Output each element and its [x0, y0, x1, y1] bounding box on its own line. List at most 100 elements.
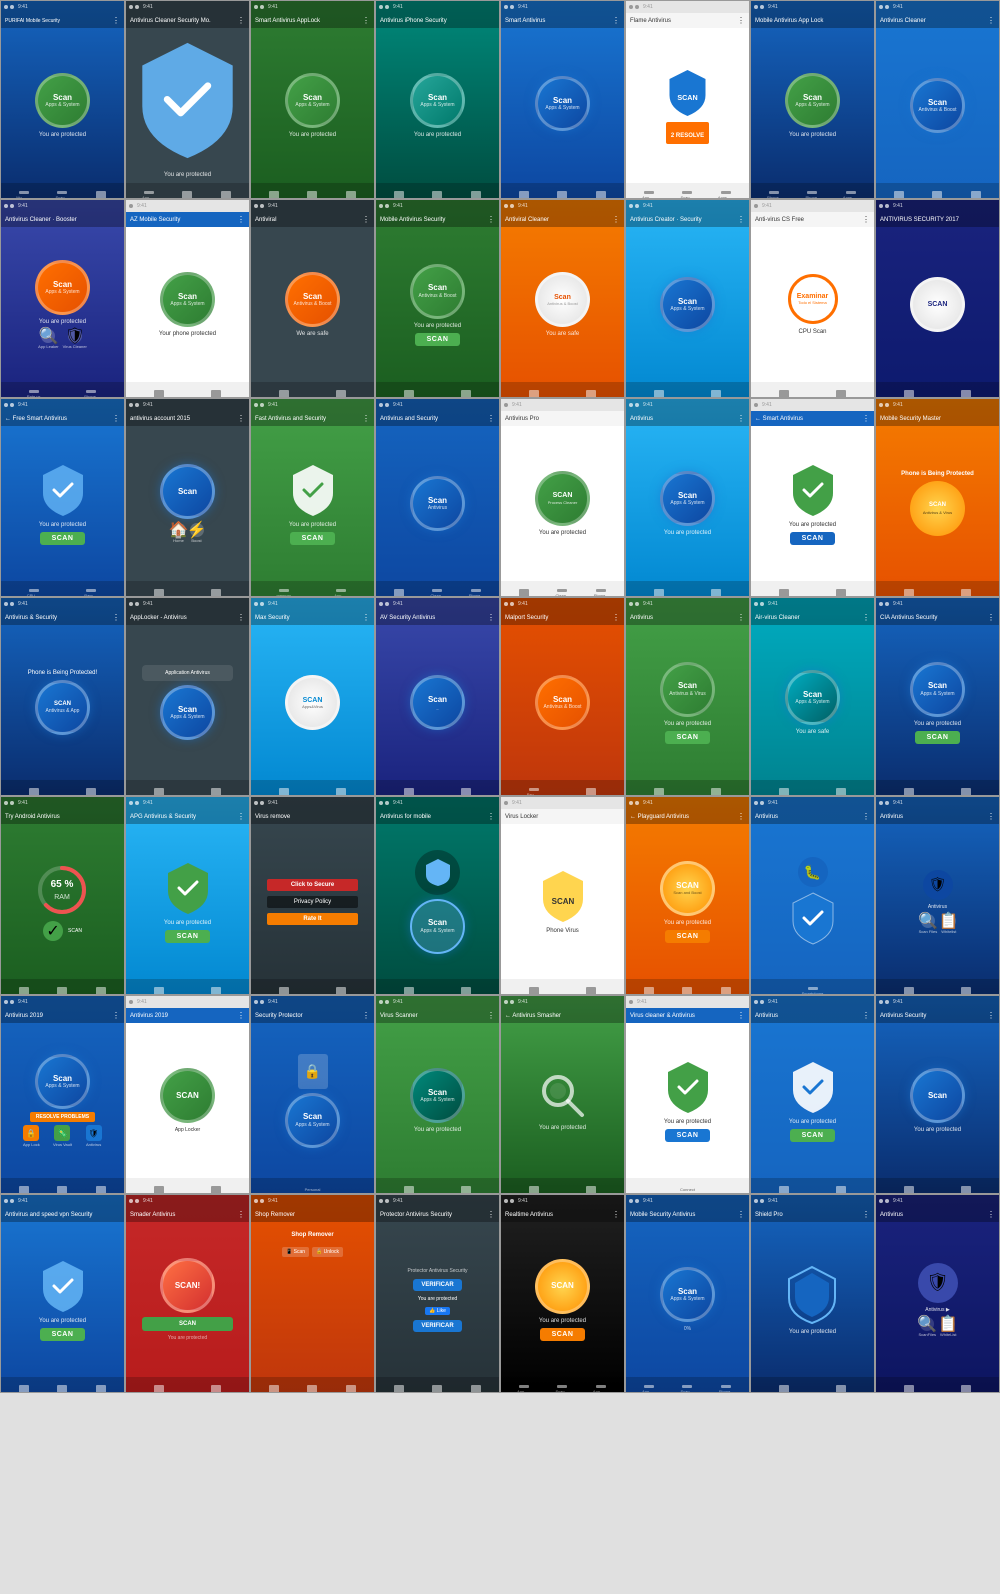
nav-2[interactable] — [959, 390, 973, 398]
nav-1[interactable] — [402, 1186, 416, 1194]
nav-1[interactable] — [652, 788, 666, 796]
nav-1[interactable]: memory Cleaner — [277, 589, 291, 597]
nav-1[interactable] — [777, 589, 791, 597]
nav-2[interactable] — [334, 390, 348, 398]
nav-2[interactable] — [209, 390, 223, 398]
nav-1[interactable]: Exclusions — [517, 589, 531, 597]
nav-2[interactable] — [834, 390, 848, 398]
nav-1[interactable] — [402, 987, 416, 995]
nav-2[interactable]: Clean Boost — [430, 589, 444, 597]
nav-1[interactable]: Exclusions — [392, 589, 406, 597]
nav-3[interactable] — [94, 987, 108, 995]
nav-2[interactable] — [334, 987, 348, 995]
nav-1[interactable]: Scan — [267, 1385, 281, 1393]
nav-2[interactable] — [584, 390, 598, 398]
nav-1[interactable] — [777, 1186, 791, 1194]
nav-2[interactable] — [209, 788, 223, 796]
nav-2[interactable]: Scan Virus — [555, 1385, 569, 1393]
scan-button[interactable]: SCAN — [165, 930, 211, 943]
nav-scanvirus[interactable]: Scan Virus — [680, 1385, 694, 1393]
nav-2[interactable]: Phone Info — [805, 191, 819, 199]
nav-1[interactable] — [652, 390, 666, 398]
nav-1[interactable] — [17, 1186, 31, 1194]
nav-2[interactable] — [209, 1186, 223, 1194]
nav-scanvirus[interactable]: Scan Virus — [680, 191, 694, 199]
nav-2[interactable] — [459, 390, 473, 398]
nav-1[interactable] — [777, 1385, 791, 1393]
nav-2[interactable] — [959, 788, 973, 796]
nav-home[interactable]: Home — [209, 589, 223, 597]
nav-1[interactable]: Scan — [392, 1385, 406, 1393]
nav-2[interactable] — [55, 987, 69, 995]
nav-2[interactable]: Unlock — [430, 1385, 444, 1393]
nav-1[interactable]: CPU Usage — [27, 589, 41, 597]
nav-2[interactable]: App Shield — [334, 589, 348, 597]
nav-2[interactable] — [959, 1385, 973, 1393]
nav-3[interactable]: Online — [469, 1385, 483, 1393]
nav-settings[interactable]: Settings — [719, 987, 733, 995]
nav-scan[interactable]: Scan — [430, 191, 444, 199]
nav-applock[interactable]: App Lock — [642, 191, 656, 199]
nav-3[interactable]: Lock — [344, 191, 358, 199]
nav-1[interactable]: Smartphone Recognition — [806, 987, 820, 995]
nav-1[interactable] — [277, 987, 291, 995]
nav-2[interactable] — [709, 589, 723, 597]
nav-2[interactable] — [584, 788, 598, 796]
nav-2[interactable] — [55, 1385, 69, 1393]
nav-2[interactable] — [459, 788, 473, 796]
nav-1[interactable]: Home — [267, 191, 281, 199]
scan-button[interactable]: SCAN — [790, 532, 836, 545]
nav-2[interactable] — [459, 1186, 473, 1194]
nav-3[interactable] — [94, 1385, 108, 1393]
nav-2[interactable]: Scan — [305, 191, 319, 199]
nav-1[interactable] — [652, 589, 666, 597]
nav-1[interactable] — [152, 390, 166, 398]
nav-1[interactable] — [402, 788, 416, 796]
nav-1[interactable] — [902, 788, 916, 796]
rate-it-btn[interactable]: Rate It — [267, 913, 357, 925]
nav-3[interactable]: Phone Shield — [594, 589, 608, 597]
nav-1[interactable] — [902, 1385, 916, 1393]
nav-1[interactable] — [902, 987, 916, 995]
nav-1[interactable] — [152, 1385, 166, 1393]
nav-phoneinfo[interactable]: Phone Info — [719, 1385, 733, 1393]
nav-1[interactable]: Personal Security App — [306, 1186, 320, 1194]
nav-1[interactable] — [892, 191, 906, 199]
nav-2[interactable]: Clean Boost — [555, 589, 569, 597]
nav-1[interactable]: Connect With Your Friends — [681, 1186, 695, 1194]
nav-appsmanager[interactable]: Apps Manager — [719, 191, 733, 199]
nav-2[interactable] — [709, 788, 723, 796]
nav-2[interactable] — [834, 1385, 848, 1393]
nav-2[interactable]: Ram Usage — [84, 589, 98, 597]
fb-like-btn[interactable]: 👍 Like — [425, 1307, 450, 1315]
nav-1[interactable]: 101 — [152, 1186, 166, 1194]
nav-2[interactable] — [334, 788, 348, 796]
scan-button[interactable]: SCAN — [540, 1328, 586, 1341]
nav-1[interactable]: Today — [527, 987, 541, 995]
scan-button[interactable]: SCAN — [665, 1129, 711, 1142]
nav-home[interactable]: Home — [392, 191, 406, 199]
nav-3[interactable]: Online — [344, 1385, 358, 1393]
bottom-icon-manager[interactable]: My Manager — [17, 191, 31, 199]
nav-2[interactable] — [584, 987, 598, 995]
nav-3[interactable]: App Manager — [594, 1385, 608, 1393]
nav-1[interactable] — [152, 788, 166, 796]
nav-2[interactable] — [959, 589, 973, 597]
nav-3[interactable]: Phone Shield — [469, 589, 483, 597]
nav-3[interactable] — [94, 1186, 108, 1194]
scan-button[interactable]: SCAN — [40, 532, 86, 545]
nav-safetips[interactable]: SafeTips — [642, 987, 656, 995]
verificar-btn[interactable]: VERIFICAR — [413, 1279, 461, 1291]
nav-1[interactable] — [277, 390, 291, 398]
nav-1[interactable]: App Lock — [517, 1385, 531, 1393]
nav-1[interactable] — [902, 390, 916, 398]
bottom-icon-3[interactable]: Monitor — [219, 191, 233, 199]
bottom-icon-scan[interactable]: Scan Virus — [55, 191, 69, 199]
scan-button[interactable]: SCAN — [415, 333, 461, 346]
nav-2[interactable] — [959, 987, 973, 995]
nav-lock[interactable]: Lock — [469, 191, 483, 199]
nav-1[interactable] — [777, 390, 791, 398]
nav-1[interactable] — [17, 987, 31, 995]
nav-2[interactable] — [55, 1186, 69, 1194]
nav-2[interactable]: Scan — [555, 191, 569, 199]
